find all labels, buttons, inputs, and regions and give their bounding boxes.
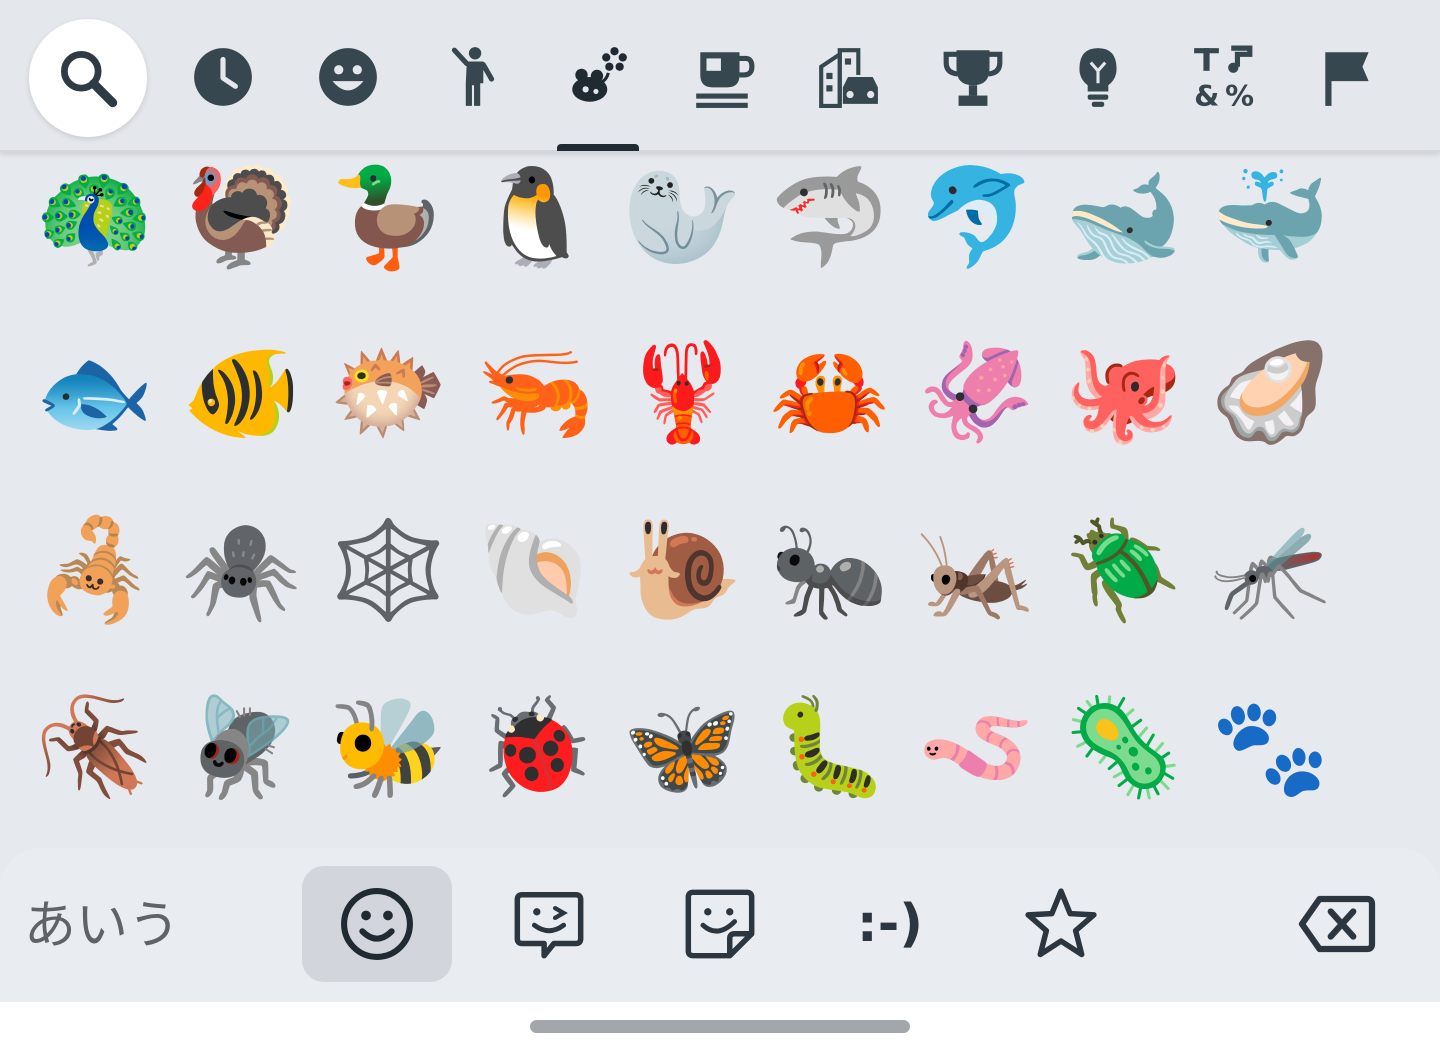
backspace-icon: [1298, 895, 1376, 953]
person-icon: [451, 47, 495, 106]
emoji-tab-button[interactable]: [302, 866, 452, 982]
bottom-toolbar: あいう:-): [0, 848, 1440, 1002]
search-icon: [61, 51, 118, 108]
emoji-peacock[interactable]: 🦚: [22, 152, 167, 282]
travel-places-icon: [819, 48, 878, 108]
category-bar: & %: [0, 0, 1440, 152]
emoji-keyboard: & % 🦚 🦃 🦆 🐧 🦭 🦈 🐬 🐋 🐳 🐟 🐠 🐡 🦐 🦞 🦀 🦑 🐙 🦪 …: [0, 0, 1440, 1053]
emoji-beetle[interactable]: 🪲: [1051, 505, 1196, 635]
active-category-indicator: [557, 144, 639, 151]
category-people[interactable]: [418, 22, 528, 132]
category-activities[interactable]: [918, 22, 1028, 132]
emoji-whale[interactable]: 🐋: [1051, 152, 1196, 282]
gif-tab-button[interactable]: [474, 866, 624, 982]
emoji-dolphin[interactable]: 🐬: [904, 152, 1049, 282]
category-objects[interactable]: [1043, 22, 1153, 132]
emoji-blowfish[interactable]: 🐡: [316, 327, 461, 457]
navigation-bar: [0, 1002, 1440, 1053]
emoji-caterpillar[interactable]: 🐛: [757, 682, 902, 812]
emoji-octopus[interactable]: 🐙: [1051, 327, 1196, 457]
emoji-worm[interactable]: 🪱: [904, 682, 1049, 812]
emoji-scorpion[interactable]: 🦂: [22, 505, 167, 635]
sticker-icon: [685, 889, 755, 959]
emoji-oyster[interactable]: 🦪: [1198, 327, 1343, 457]
gif-icon: [514, 892, 584, 959]
emoji-shark[interactable]: 🦈: [757, 152, 902, 282]
emoji-smiley-icon: [341, 888, 413, 960]
category-flags[interactable]: [1293, 22, 1403, 132]
emoji-microbe[interactable]: 🦠: [1051, 682, 1196, 812]
star-icon: [1025, 888, 1097, 958]
category-symbols[interactable]: & %: [1168, 22, 1278, 132]
emoji-duck[interactable]: 🦆: [316, 152, 461, 282]
emoji-crab[interactable]: 🦀: [757, 327, 902, 457]
emoji-squid[interactable]: 🦑: [904, 327, 1049, 457]
emoji-grid: 🦚 🦃 🦆 🐧 🦭 🦈 🐬 🐋 🐳 🐟 🐠 🐡 🦐 🦞 🦀 🦑 🐙 🦪 🦂 🕷️…: [0, 152, 1440, 850]
animals-nature-icon: [572, 47, 627, 102]
emoji-cricket[interactable]: 🦗: [904, 505, 1049, 635]
emoji-spouting-whale[interactable]: 🐳: [1198, 152, 1343, 282]
emoji-penguin[interactable]: 🐧: [463, 152, 608, 282]
flags-icon: [1325, 52, 1369, 106]
emoji-spider-web[interactable]: 🕸️: [316, 505, 461, 635]
ime-switch-label[interactable]: あいう: [24, 890, 180, 962]
emoticon-tab-button[interactable]: :-): [815, 866, 965, 982]
emoji-spider[interactable]: 🕷️: [169, 505, 314, 635]
favorites-tab-button[interactable]: [986, 866, 1136, 982]
emoticon-icon: :-): [856, 894, 924, 954]
category-food-drink[interactable]: [668, 22, 778, 132]
emoji-cockroach[interactable]: 🪳: [22, 682, 167, 812]
emoji-seal[interactable]: 🦭: [610, 152, 755, 282]
category-travel-places[interactable]: [793, 22, 903, 132]
food-drink-icon: [696, 52, 755, 108]
activities-trophy-icon: [943, 50, 1003, 106]
emoji-fly[interactable]: 🪰: [169, 682, 314, 812]
emoji-shrimp[interactable]: 🦐: [463, 327, 608, 457]
emoji-snail[interactable]: 🐌: [610, 505, 755, 635]
clock-icon: [194, 48, 252, 106]
emoji-shell[interactable]: 🐚: [463, 505, 608, 635]
smiley-icon: [319, 48, 377, 106]
category-recent[interactable]: [168, 22, 278, 132]
symbols-icon: & %: [1194, 45, 1254, 110]
emoji-honeybee[interactable]: 🐝: [316, 682, 461, 812]
category-search[interactable]: [29, 19, 147, 137]
emoji-lobster[interactable]: 🦞: [610, 327, 755, 457]
svg-text:&: &: [1194, 79, 1219, 110]
home-gesture-handle[interactable]: [530, 1020, 910, 1033]
category-smileys[interactable]: [293, 22, 403, 132]
emoji-mosquito[interactable]: 🦟: [1198, 505, 1343, 635]
sticker-tab-button[interactable]: [645, 866, 795, 982]
emoji-turkey[interactable]: 🦃: [169, 152, 314, 282]
emoji-ant[interactable]: 🐜: [757, 505, 902, 635]
emoji-lady-beetle[interactable]: 🐞: [463, 682, 608, 812]
emoji-paw-prints[interactable]: 🐾: [1198, 682, 1343, 812]
emoji-butterfly[interactable]: 🦋: [610, 682, 755, 812]
emoji-tropical-fish[interactable]: 🐠: [169, 327, 314, 457]
emoji-fish[interactable]: 🐟: [22, 327, 167, 457]
svg-text:%: %: [1225, 79, 1254, 110]
objects-bulb-icon: [1079, 48, 1117, 107]
category-animals-nature[interactable]: [543, 22, 653, 132]
backspace-button[interactable]: [1262, 866, 1412, 982]
